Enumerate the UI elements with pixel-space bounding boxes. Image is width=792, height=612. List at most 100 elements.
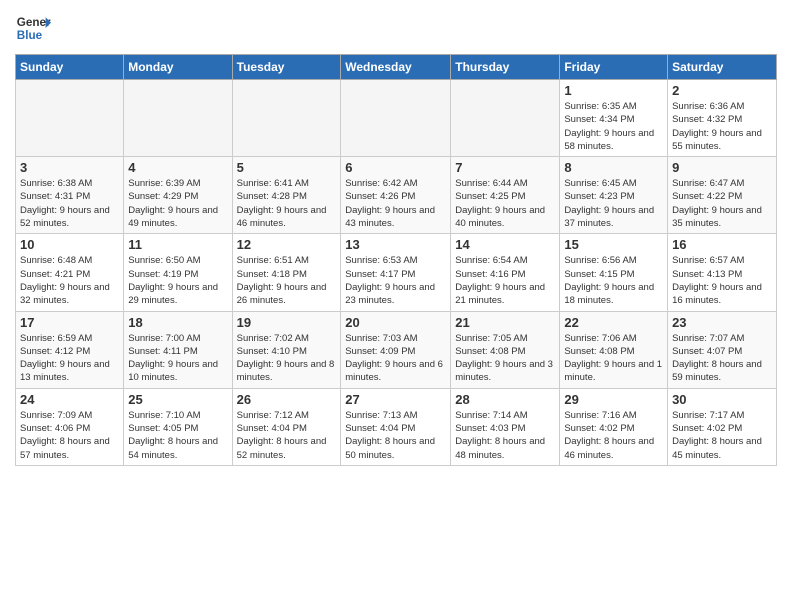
day-number: 15	[564, 237, 663, 252]
calendar-cell: 13 Sunrise: 6:53 AM Sunset: 4:17 PM Dayli…	[341, 234, 451, 311]
weekday-header-tuesday: Tuesday	[232, 55, 341, 80]
day-number: 12	[237, 237, 337, 252]
calendar-cell: 22 Sunrise: 7:06 AM Sunset: 4:08 PM Dayli…	[560, 311, 668, 388]
calendar-cell: 20Sunrise: 7:03 AM Sunset: 4:09 PM Dayli…	[341, 311, 451, 388]
day-number: 11	[128, 237, 227, 252]
calendar-cell	[341, 80, 451, 157]
day-number: 6	[345, 160, 446, 175]
weekday-header-row: SundayMondayTuesdayWednesdayThursdayFrid…	[16, 55, 777, 80]
calendar-cell: 23 Sunrise: 7:07 AM Sunset: 4:07 PM Dayli…	[668, 311, 777, 388]
day-info: Sunrise: 7:07 AM Sunset: 4:07 PM Dayligh…	[672, 332, 772, 385]
week-row-3: 10 Sunrise: 6:48 AM Sunset: 4:21 PM Dayli…	[16, 234, 777, 311]
calendar-cell: 26 Sunrise: 7:12 AM Sunset: 4:04 PM Dayli…	[232, 388, 341, 465]
day-number: 27	[345, 392, 446, 407]
day-number: 17	[20, 315, 119, 330]
day-number: 29	[564, 392, 663, 407]
logo-icon: General Blue	[15, 10, 51, 46]
week-row-1: 1Sunrise: 6:35 AM Sunset: 4:34 PM Daylig…	[16, 80, 777, 157]
calendar-cell: 2 Sunrise: 6:36 AM Sunset: 4:32 PM Daylig…	[668, 80, 777, 157]
weekday-header-thursday: Thursday	[451, 55, 560, 80]
calendar-cell	[124, 80, 232, 157]
day-info: Sunrise: 6:44 AM Sunset: 4:25 PM Dayligh…	[455, 177, 555, 230]
calendar-cell: 3Sunrise: 6:38 AM Sunset: 4:31 PM Daylig…	[16, 157, 124, 234]
day-number: 21	[455, 315, 555, 330]
day-info: Sunrise: 7:16 AM Sunset: 4:02 PM Dayligh…	[564, 409, 663, 462]
day-number: 24	[20, 392, 119, 407]
day-info: Sunrise: 6:54 AM Sunset: 4:16 PM Dayligh…	[455, 254, 555, 307]
day-number: 4	[128, 160, 227, 175]
day-number: 28	[455, 392, 555, 407]
calendar-cell: 24 Sunrise: 7:09 AM Sunset: 4:06 PM Dayli…	[16, 388, 124, 465]
day-info: Sunrise: 7:03 AM Sunset: 4:09 PM Dayligh…	[345, 332, 446, 385]
day-info: Sunrise: 6:39 AM Sunset: 4:29 PM Dayligh…	[128, 177, 227, 230]
day-number: 10	[20, 237, 119, 252]
calendar-cell: 7 Sunrise: 6:44 AM Sunset: 4:25 PM Daylig…	[451, 157, 560, 234]
calendar-cell: 9 Sunrise: 6:47 AM Sunset: 4:22 PM Daylig…	[668, 157, 777, 234]
calendar-cell: 12 Sunrise: 6:51 AM Sunset: 4:18 PM Dayli…	[232, 234, 341, 311]
day-number: 8	[564, 160, 663, 175]
week-row-4: 17 Sunrise: 6:59 AM Sunset: 4:12 PM Dayli…	[16, 311, 777, 388]
day-number: 23	[672, 315, 772, 330]
svg-text:Blue: Blue	[17, 29, 43, 42]
calendar-cell: 8 Sunrise: 6:45 AM Sunset: 4:23 PM Daylig…	[560, 157, 668, 234]
day-info: Sunrise: 6:53 AM Sunset: 4:17 PM Dayligh…	[345, 254, 446, 307]
day-number: 16	[672, 237, 772, 252]
page-header: General Blue	[15, 10, 777, 46]
day-info: Sunrise: 7:06 AM Sunset: 4:08 PM Dayligh…	[564, 332, 663, 385]
weekday-header-sunday: Sunday	[16, 55, 124, 80]
day-info: Sunrise: 6:41 AM Sunset: 4:28 PM Dayligh…	[237, 177, 337, 230]
day-info: Sunrise: 7:14 AM Sunset: 4:03 PM Dayligh…	[455, 409, 555, 462]
day-info: Sunrise: 6:59 AM Sunset: 4:12 PM Dayligh…	[20, 332, 119, 385]
day-info: Sunrise: 7:09 AM Sunset: 4:06 PM Dayligh…	[20, 409, 119, 462]
calendar-cell: 15 Sunrise: 6:56 AM Sunset: 4:15 PM Dayli…	[560, 234, 668, 311]
calendar-cell: 27Sunrise: 7:13 AM Sunset: 4:04 PM Dayli…	[341, 388, 451, 465]
day-info: Sunrise: 6:36 AM Sunset: 4:32 PM Dayligh…	[672, 100, 772, 153]
weekday-header-wednesday: Wednesday	[341, 55, 451, 80]
day-info: Sunrise: 6:48 AM Sunset: 4:21 PM Dayligh…	[20, 254, 119, 307]
day-info: Sunrise: 6:56 AM Sunset: 4:15 PM Dayligh…	[564, 254, 663, 307]
calendar-cell: 18 Sunrise: 7:00 AM Sunset: 4:11 PM Dayli…	[124, 311, 232, 388]
calendar-cell: 6 Sunrise: 6:42 AM Sunset: 4:26 PM Daylig…	[341, 157, 451, 234]
day-number: 7	[455, 160, 555, 175]
calendar-cell: 29 Sunrise: 7:16 AM Sunset: 4:02 PM Dayli…	[560, 388, 668, 465]
day-number: 14	[455, 237, 555, 252]
day-info: Sunrise: 7:05 AM Sunset: 4:08 PM Dayligh…	[455, 332, 555, 385]
calendar-cell: 4 Sunrise: 6:39 AM Sunset: 4:29 PM Daylig…	[124, 157, 232, 234]
day-number: 9	[672, 160, 772, 175]
day-number: 26	[237, 392, 337, 407]
day-info: Sunrise: 7:00 AM Sunset: 4:11 PM Dayligh…	[128, 332, 227, 385]
day-info: Sunrise: 6:47 AM Sunset: 4:22 PM Dayligh…	[672, 177, 772, 230]
day-number: 2	[672, 83, 772, 98]
calendar-cell: 11Sunrise: 6:50 AM Sunset: 4:19 PM Dayli…	[124, 234, 232, 311]
calendar-cell: 16 Sunrise: 6:57 AM Sunset: 4:13 PM Dayli…	[668, 234, 777, 311]
weekday-header-monday: Monday	[124, 55, 232, 80]
day-info: Sunrise: 6:45 AM Sunset: 4:23 PM Dayligh…	[564, 177, 663, 230]
calendar-cell: 14 Sunrise: 6:54 AM Sunset: 4:16 PM Dayli…	[451, 234, 560, 311]
day-info: Sunrise: 6:35 AM Sunset: 4:34 PM Dayligh…	[564, 100, 663, 153]
day-number: 22	[564, 315, 663, 330]
calendar-cell: 10 Sunrise: 6:48 AM Sunset: 4:21 PM Dayli…	[16, 234, 124, 311]
day-number: 13	[345, 237, 446, 252]
calendar-cell	[232, 80, 341, 157]
day-number: 30	[672, 392, 772, 407]
day-info: Sunrise: 7:02 AM Sunset: 4:10 PM Dayligh…	[237, 332, 337, 385]
calendar-cell: 5Sunrise: 6:41 AM Sunset: 4:28 PM Daylig…	[232, 157, 341, 234]
day-number: 19	[237, 315, 337, 330]
day-info: Sunrise: 7:12 AM Sunset: 4:04 PM Dayligh…	[237, 409, 337, 462]
day-info: Sunrise: 7:10 AM Sunset: 4:05 PM Dayligh…	[128, 409, 227, 462]
week-row-5: 24 Sunrise: 7:09 AM Sunset: 4:06 PM Dayli…	[16, 388, 777, 465]
day-info: Sunrise: 6:51 AM Sunset: 4:18 PM Dayligh…	[237, 254, 337, 307]
calendar-cell: 17 Sunrise: 6:59 AM Sunset: 4:12 PM Dayli…	[16, 311, 124, 388]
calendar-cell: 30 Sunrise: 7:17 AM Sunset: 4:02 PM Dayli…	[668, 388, 777, 465]
calendar-cell: 21 Sunrise: 7:05 AM Sunset: 4:08 PM Dayli…	[451, 311, 560, 388]
day-number: 25	[128, 392, 227, 407]
calendar-cell	[451, 80, 560, 157]
calendar-cell: 1Sunrise: 6:35 AM Sunset: 4:34 PM Daylig…	[560, 80, 668, 157]
day-info: Sunrise: 6:57 AM Sunset: 4:13 PM Dayligh…	[672, 254, 772, 307]
day-info: Sunrise: 6:42 AM Sunset: 4:26 PM Dayligh…	[345, 177, 446, 230]
calendar-cell	[16, 80, 124, 157]
calendar-cell: 25 Sunrise: 7:10 AM Sunset: 4:05 PM Dayli…	[124, 388, 232, 465]
weekday-header-friday: Friday	[560, 55, 668, 80]
day-number: 18	[128, 315, 227, 330]
day-info: Sunrise: 7:17 AM Sunset: 4:02 PM Dayligh…	[672, 409, 772, 462]
